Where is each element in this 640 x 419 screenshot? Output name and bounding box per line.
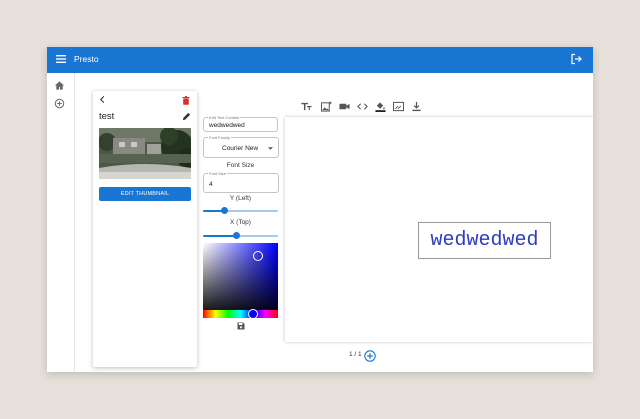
text-size-icon[interactable] — [301, 101, 312, 112]
slide-text-box[interactable]: wedwedwed — [418, 222, 551, 259]
fill-color-icon[interactable] — [375, 101, 386, 112]
y-slider-thumb[interactable] — [221, 207, 229, 214]
edit-title-icon[interactable] — [182, 112, 191, 121]
font-family-label: Font Family — [208, 135, 231, 140]
add-circle-icon[interactable] — [54, 98, 65, 109]
font-size-field[interactable]: Font Size 4 — [203, 171, 279, 193]
slide-canvas[interactable]: wedwedwed — [285, 117, 593, 342]
font-family-value: Courier New — [222, 145, 259, 152]
app-bar: Presto — [47, 47, 593, 73]
presentation-thumbnail — [99, 128, 191, 179]
presentation-panel: test EDIT THUMBNAIL — [93, 91, 197, 367]
color-picker-handle[interactable] — [253, 251, 263, 261]
text-content-value: wedwedwed — [209, 122, 245, 129]
code-icon[interactable] — [357, 101, 368, 112]
font-size-value: 4 — [209, 181, 213, 188]
font-size-label: Font Size — [208, 171, 227, 176]
chevron-down-icon — [268, 147, 273, 150]
download-icon[interactable] — [411, 101, 422, 112]
menu-icon[interactable] — [55, 53, 67, 65]
add-slide-icon[interactable] — [364, 350, 376, 362]
logout-icon[interactable] — [570, 53, 582, 65]
app-title: Presto — [74, 54, 99, 64]
font-size-heading: Font Size — [226, 162, 255, 169]
color-picker[interactable] — [203, 243, 278, 318]
add-image-icon[interactable] — [321, 101, 332, 112]
hue-slider-thumb[interactable] — [248, 309, 258, 319]
x-slider[interactable] — [203, 232, 278, 239]
background-icon[interactable] — [393, 101, 404, 112]
color-value-area — [203, 243, 278, 318]
y-slider-label: Y (Left) — [229, 195, 252, 202]
home-icon[interactable] — [54, 80, 65, 91]
presentation-title: test — [99, 111, 115, 122]
hue-slider[interactable] — [203, 309, 278, 319]
edit-thumbnail-button[interactable]: EDIT THUMBNAIL — [99, 187, 191, 201]
side-nav — [47, 73, 75, 372]
y-slider[interactable] — [203, 207, 278, 214]
x-slider-fill — [203, 235, 237, 237]
back-arrow-icon[interactable] — [98, 95, 107, 104]
x-slider-thumb[interactable] — [233, 232, 241, 239]
text-content-field[interactable]: Edit Text Content wedwedwed — [203, 115, 278, 132]
delete-icon[interactable] — [182, 96, 190, 105]
text-content-label: Edit Text Content — [208, 115, 241, 120]
app-window: Presto test EDIT THUMBNAIL Edit Text Con… — [47, 47, 593, 372]
font-family-select[interactable]: Font Family Courier New — [203, 135, 279, 158]
save-icon[interactable] — [237, 322, 245, 330]
x-slider-label: X (Top) — [230, 219, 251, 226]
page-indicator: 1 / 1 — [349, 351, 362, 358]
video-icon[interactable] — [339, 101, 350, 112]
